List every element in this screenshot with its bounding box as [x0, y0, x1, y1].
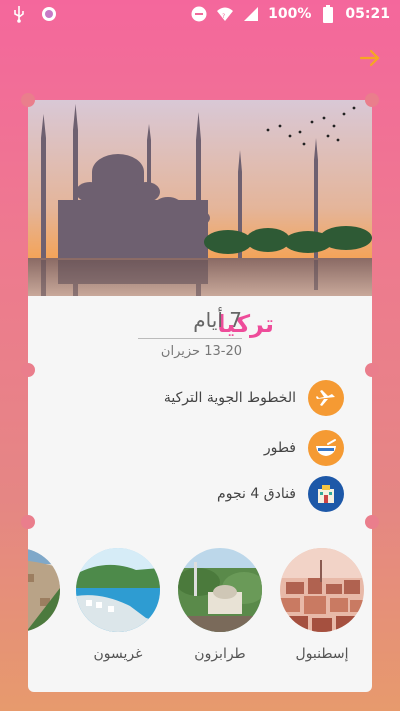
trip-card[interactable]: تركيا 7 أيام 13-20 حزيران الخطوط الجوية … — [28, 100, 372, 692]
city-name: غريسون — [93, 646, 143, 662]
next-arrow-button[interactable] — [356, 44, 384, 72]
record-icon — [40, 5, 58, 23]
ticket-notch — [365, 515, 379, 529]
feature-breakfast: فطور — [264, 428, 344, 468]
city-photo-trabzon — [178, 548, 262, 632]
usb-icon — [10, 5, 28, 23]
trip-duration: 7 أيام — [193, 308, 242, 332]
ticket-notch — [21, 363, 35, 377]
battery-icon — [319, 5, 337, 23]
city-item[interactable]: غريسون — [76, 548, 160, 662]
battery-percent: 100% — [268, 6, 312, 22]
ticket-notch — [365, 93, 379, 107]
signal-icon — [242, 5, 260, 23]
wifi-icon: ? — [216, 5, 234, 23]
feature-hotel: فنادق 4 نجوم — [217, 474, 344, 514]
arrow-right-icon — [359, 49, 380, 67]
city-item[interactable]: إسطنبول — [280, 548, 364, 662]
city-item[interactable]: أ — [28, 548, 60, 662]
clock: 05:21 — [345, 6, 390, 22]
city-name: طرابزون — [194, 646, 246, 662]
ticket-notch — [21, 515, 35, 529]
feature-label: الخطوط الجوية التركية — [163, 390, 296, 406]
city-name: إسطنبول — [295, 646, 349, 662]
svg-text:?: ? — [222, 13, 225, 20]
hero-image-blue-mosque — [28, 100, 372, 296]
hotel-icon — [308, 476, 344, 512]
feature-airline: الخطوط الجوية التركية — [164, 378, 344, 418]
city-name: أ — [28, 646, 60, 662]
status-bar: ? 100% 05:21 — [0, 0, 400, 28]
ticket-notch — [365, 363, 379, 377]
city-item[interactable]: طرابزون — [178, 548, 262, 662]
city-photo-istanbul — [280, 548, 364, 632]
city-photo-partial — [28, 548, 60, 632]
do-not-disturb-icon — [190, 5, 208, 23]
trip-dates: 13-20 حزيران — [160, 344, 242, 359]
feature-label: فنادق 4 نجوم — [217, 486, 296, 502]
city-photo-giresun — [76, 548, 160, 632]
feature-label: فطور — [263, 440, 296, 456]
cities-carousel[interactable]: إسطنبول طرابزون غريسون — [28, 548, 372, 678]
divider — [138, 338, 242, 339]
breakfast-bowl-icon — [308, 430, 344, 466]
ticket-notch — [21, 93, 35, 107]
airplane-icon — [308, 380, 344, 416]
